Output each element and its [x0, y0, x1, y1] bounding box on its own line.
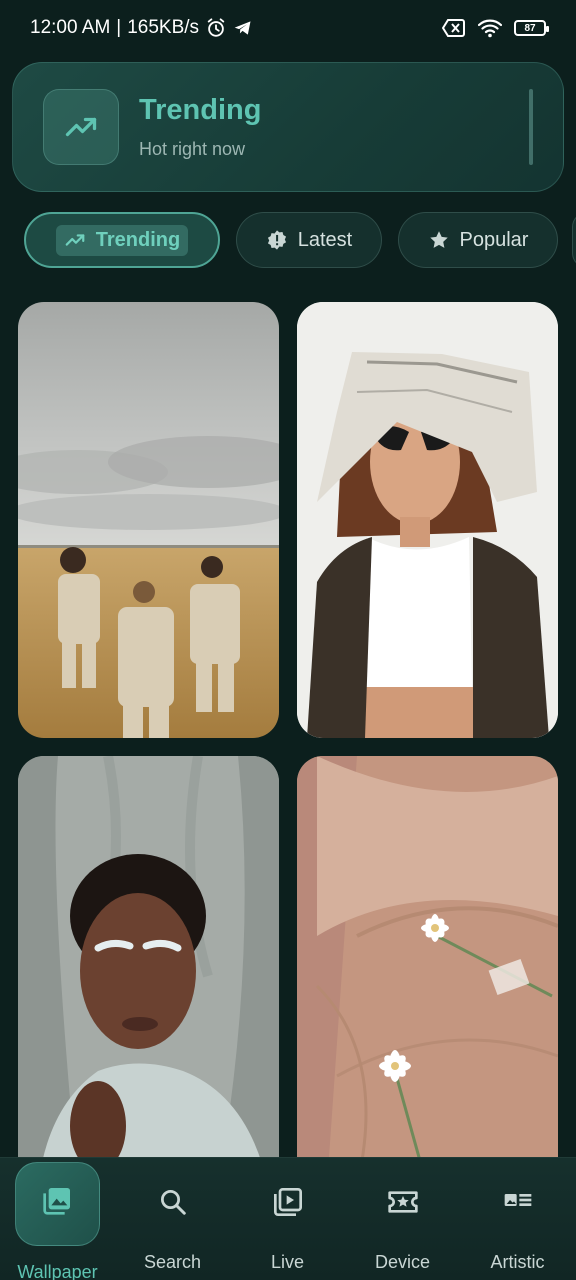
- chip-trending[interactable]: Trending: [24, 212, 220, 268]
- image-icon: [42, 1188, 70, 1215]
- battery-level: 87: [524, 22, 536, 34]
- header-subtitle: Hot right now: [139, 139, 246, 159]
- nav-icon-wrap: [272, 1184, 304, 1220]
- nav-label: Wallpaper: [17, 1262, 98, 1280]
- chip-label: Popular: [459, 228, 529, 251]
- header-text: Trending Hot right now: [139, 94, 261, 160]
- telegram-icon: [234, 21, 251, 35]
- nav-label: Search: [143, 1252, 202, 1272]
- nav-device[interactable]: Device: [345, 1158, 460, 1280]
- sim-off-icon: [442, 19, 465, 37]
- video-library-icon: [273, 1188, 302, 1216]
- status-separator: |: [116, 17, 122, 38]
- new-badge-icon: [267, 230, 286, 250]
- status-right: 87: [442, 18, 549, 38]
- wallpaper-image-portrait: [18, 756, 279, 1186]
- nav-label: Live: [270, 1252, 305, 1272]
- chip-trending-inner: Trending: [55, 224, 189, 256]
- header-icon-box: [43, 89, 119, 165]
- wallpaper-card-4[interactable]: [297, 756, 558, 1186]
- star-icon: [429, 231, 448, 248]
- chip-label: Trending: [95, 228, 181, 251]
- nav-wallpaper[interactable]: Wallpaper: [0, 1158, 115, 1280]
- trending-up-icon: [65, 117, 97, 137]
- battery-indicator: 87: [514, 20, 549, 36]
- header-title: Trending: [139, 94, 262, 126]
- search-icon: [160, 1190, 186, 1215]
- wallpaper-card-1[interactable]: [18, 302, 279, 738]
- bottom-navigation: Wallpaper Search Live Device Artistic: [0, 1157, 576, 1280]
- filter-chips: Trending Latest Popular: [0, 212, 576, 270]
- ticket-star-icon: [387, 1191, 418, 1213]
- trending-header-card: Trending Hot right now: [12, 62, 564, 192]
- wallpaper-image-linen: [297, 756, 558, 1186]
- status-bar: 12:00 AM | 165KB/s 87: [0, 0, 576, 56]
- wifi-icon: [478, 19, 502, 38]
- article-icon: [504, 1194, 531, 1206]
- trending-up-icon: [65, 234, 85, 246]
- status-time: 12:00 AM: [30, 17, 111, 38]
- nav-icon-wrap: [502, 1184, 534, 1220]
- nav-live[interactable]: Live: [230, 1158, 345, 1280]
- wallpaper-image-newspaper: [297, 302, 558, 738]
- chip-popular[interactable]: Popular: [398, 212, 558, 268]
- nav-icon-wrap: [158, 1184, 188, 1220]
- nav-search[interactable]: Search: [115, 1158, 230, 1280]
- nav-icon-wrap: [387, 1184, 419, 1220]
- wallpaper-card-2[interactable]: [297, 302, 558, 738]
- nav-label: Artistic: [490, 1252, 545, 1272]
- header-scroll-indicator: [529, 89, 533, 165]
- status-left: 12:00 AM | 165KB/s: [30, 17, 253, 39]
- nav-icon-wrap: [42, 1184, 74, 1216]
- chip-latest[interactable]: Latest: [236, 212, 382, 268]
- chip-overflow-peek[interactable]: [572, 212, 576, 268]
- chip-label: Latest: [297, 228, 353, 251]
- alarm-icon: [207, 18, 225, 37]
- nav-artistic[interactable]: Artistic: [460, 1158, 575, 1280]
- network-speed: 165KB/s: [127, 17, 200, 38]
- wallpaper-image-field: [18, 302, 279, 738]
- nav-label: Device: [374, 1252, 431, 1272]
- wallpaper-card-3[interactable]: [18, 756, 279, 1186]
